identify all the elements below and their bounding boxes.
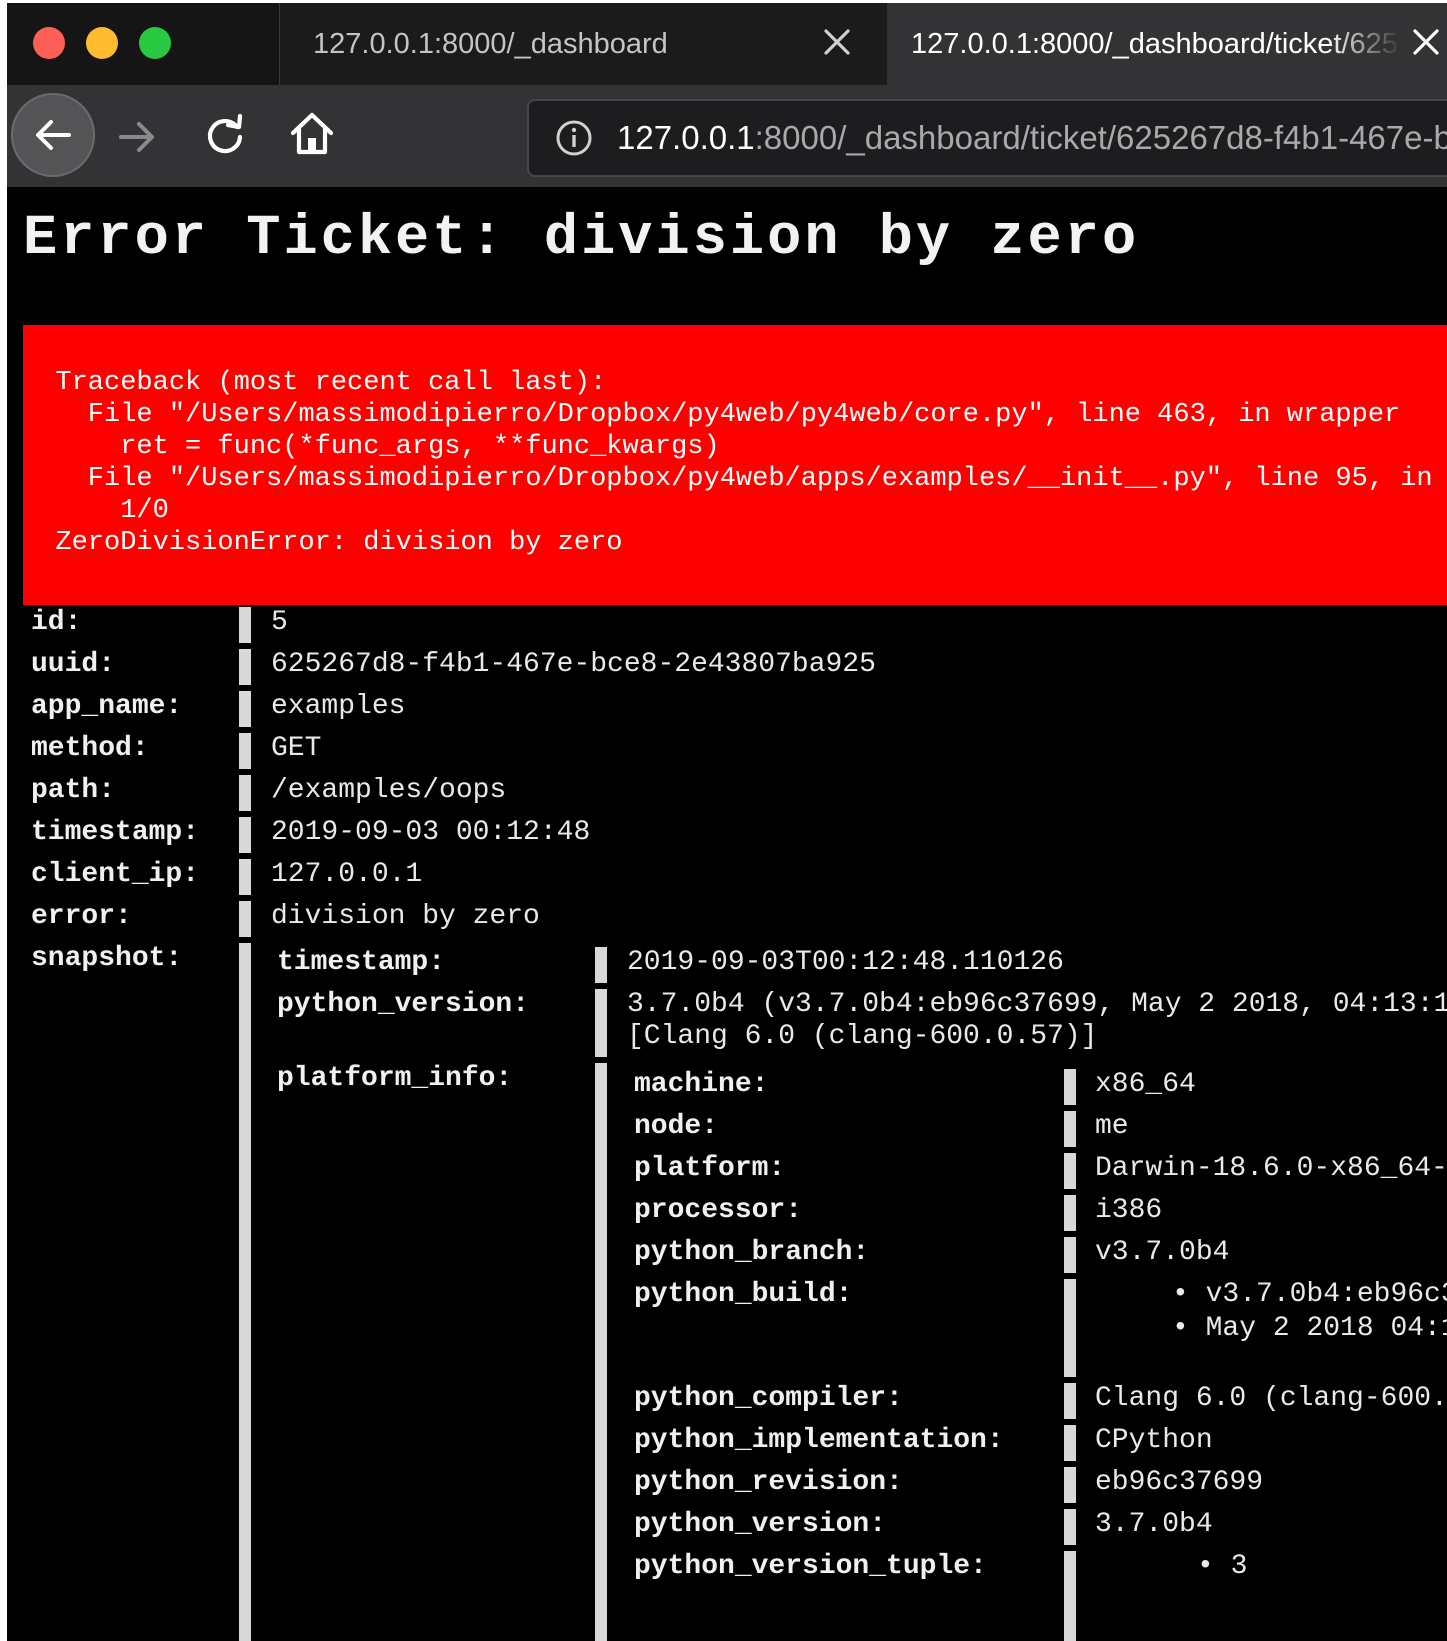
platform-key-node: node: [634, 1111, 719, 1142]
separator-bar [239, 943, 251, 1641]
separator-bar [1064, 1153, 1076, 1189]
field-key-app-name: app_name: [31, 691, 183, 722]
field-value-path: /examples/oops [271, 775, 507, 806]
field-value-error: division by zero [271, 901, 540, 932]
tab-title: 127.0.0.1:8000/_dashboard [313, 28, 668, 60]
close-icon[interactable] [1407, 23, 1445, 61]
field-value-id: 5 [271, 607, 288, 638]
platform-key-python-compiler: python_compiler: [634, 1383, 903, 1414]
separator-bar [239, 775, 251, 811]
platform-value-python-version: 3.7.0b4 [1095, 1509, 1213, 1540]
platform-key-python-implementation: python_implementation: [634, 1425, 1004, 1456]
platform-value-python-revision: eb96c37699 [1095, 1467, 1264, 1498]
separator-bar [239, 607, 251, 643]
navigation-bar: 127.0.0.1:8000/_dashboard/ticket/625267d… [7, 85, 1447, 187]
platform-key-python-version-tuple: python_version_tuple: [634, 1551, 987, 1582]
python-version-tuple-item-text: 3 [1230, 1551, 1248, 1582]
field-key-error: error: [31, 901, 132, 932]
platform-value-node: me [1095, 1111, 1129, 1142]
platform-key-python-revision: python_revision: [634, 1467, 903, 1498]
back-button[interactable] [11, 93, 95, 177]
separator-bar [1064, 1383, 1076, 1419]
separator-bar [239, 691, 251, 727]
separator-bar [1064, 1069, 1076, 1105]
snapshot-key-platform-info: platform_info: [277, 1063, 513, 1094]
python-build-item: • May 2 2018 04:13:13 [1172, 1313, 1447, 1344]
snapshot-value-python-version: 3.7.0b4 (v3.7.0b4:eb96c37699, May 2 2018… [627, 989, 1447, 1020]
separator-bar [1064, 1237, 1076, 1273]
platform-value-machine: x86_64 [1095, 1069, 1196, 1100]
python-version-tuple-item: • 3 [1197, 1551, 1248, 1582]
field-key-snapshot: snapshot: [31, 943, 183, 974]
separator-bar [1064, 1551, 1076, 1641]
close-icon[interactable] [818, 23, 856, 61]
platform-value-python-implementation: CPython [1095, 1425, 1213, 1456]
arrow-right-icon[interactable] [115, 115, 159, 159]
separator-bar [1064, 1111, 1076, 1147]
page-title: Error Ticket: division by zero [23, 207, 1140, 271]
separator-bar [1064, 1467, 1076, 1503]
snapshot-key-python-version: python_version: [277, 989, 530, 1020]
field-key-method: method: [31, 733, 149, 764]
separator-bar [1064, 1425, 1076, 1461]
field-key-uuid: uuid: [31, 649, 116, 680]
platform-key-python-branch: python_branch: [634, 1237, 870, 1268]
separator-bar [239, 817, 251, 853]
separator-bar [595, 947, 607, 983]
tab-title: 127.0.0.1:8000/_dashboard/ticket/625267d… [911, 28, 1401, 60]
arrow-left-icon [36, 120, 71, 150]
platform-key-platform: platform: [634, 1153, 786, 1184]
field-key-id: id: [31, 607, 82, 638]
separator-bar [595, 989, 607, 1057]
window-minimize-button[interactable] [86, 27, 118, 59]
separator-bar [1064, 1279, 1076, 1377]
separator-bar [1064, 1509, 1076, 1545]
window-maximize-button[interactable] [139, 27, 171, 59]
traceback-box: Traceback (most recent call last): File … [23, 325, 1447, 605]
field-value-uuid: 625267d8-f4b1-467e-bce8-2e43807ba925 [271, 649, 876, 680]
url-host: 127.0.0.1 [617, 119, 755, 156]
python-build-item-text: May 2 2018 04:13:13 [1205, 1313, 1447, 1344]
tab-bar: 127.0.0.1:8000/_dashboard 127.0.0.1:8000… [7, 3, 1447, 85]
home-icon[interactable] [289, 111, 335, 157]
tab-dashboard[interactable]: 127.0.0.1:8000/_dashboard [279, 3, 888, 85]
tab-ticket[interactable]: 127.0.0.1:8000/_dashboard/ticket/625267d… [887, 3, 1447, 85]
snapshot-value-python-version-compiler: [Clang 6.0 (clang-600.0.57)] [627, 1021, 1098, 1052]
platform-key-processor: processor: [634, 1195, 803, 1226]
platform-key-machine: machine: [634, 1069, 769, 1100]
separator-bar [1064, 1195, 1076, 1231]
field-value-app-name: examples [271, 691, 406, 722]
separator-bar [239, 733, 251, 769]
window-close-button[interactable] [33, 27, 65, 59]
info-icon[interactable] [555, 119, 593, 157]
python-build-item-text: v3.7.0b4:eb96c37699 [1205, 1279, 1447, 1310]
separator-bar [595, 1063, 607, 1641]
python-build-item: • v3.7.0b4:eb96c37699 [1172, 1279, 1447, 1310]
address-bar[interactable]: 127.0.0.1:8000/_dashboard/ticket/625267d… [527, 99, 1447, 177]
traceback-text: Traceback (most recent call last): File … [55, 368, 1433, 558]
platform-value-platform: Darwin-18.6.0-x86_64-i386-64bit [1095, 1153, 1447, 1184]
platform-value-python-branch: v3.7.0b4 [1095, 1237, 1230, 1268]
field-key-client-ip: client_ip: [31, 859, 200, 890]
page-content: Error Ticket: division by zero Traceback… [7, 187, 1447, 1641]
url-path: :8000/_dashboard/ticket/625267d8-f4b1-46… [754, 119, 1447, 156]
field-key-timestamp: timestamp: [31, 817, 200, 848]
snapshot-key-timestamp: timestamp: [277, 947, 446, 978]
reload-icon[interactable] [203, 113, 247, 157]
browser-window: 127.0.0.1:8000/_dashboard 127.0.0.1:8000… [7, 3, 1447, 1641]
field-key-path: path: [31, 775, 116, 806]
platform-value-processor: i386 [1095, 1195, 1163, 1226]
field-value-client-ip: 127.0.0.1 [271, 859, 423, 890]
separator-bar [239, 859, 251, 895]
separator-bar [239, 901, 251, 937]
field-value-timestamp: 2019-09-03 00:12:48 [271, 817, 591, 848]
field-value-method: GET [271, 733, 322, 764]
separator-bar [239, 649, 251, 685]
platform-value-python-compiler: Clang 6.0 (clang-600.0.57) [1095, 1383, 1447, 1414]
platform-key-python-version: python_version: [634, 1509, 887, 1540]
platform-key-python-build: python_build: [634, 1279, 853, 1310]
snapshot-value-timestamp: 2019-09-03T00:12:48.110126 [627, 947, 1064, 978]
url-text[interactable]: 127.0.0.1:8000/_dashboard/ticket/625267d… [617, 119, 1447, 157]
